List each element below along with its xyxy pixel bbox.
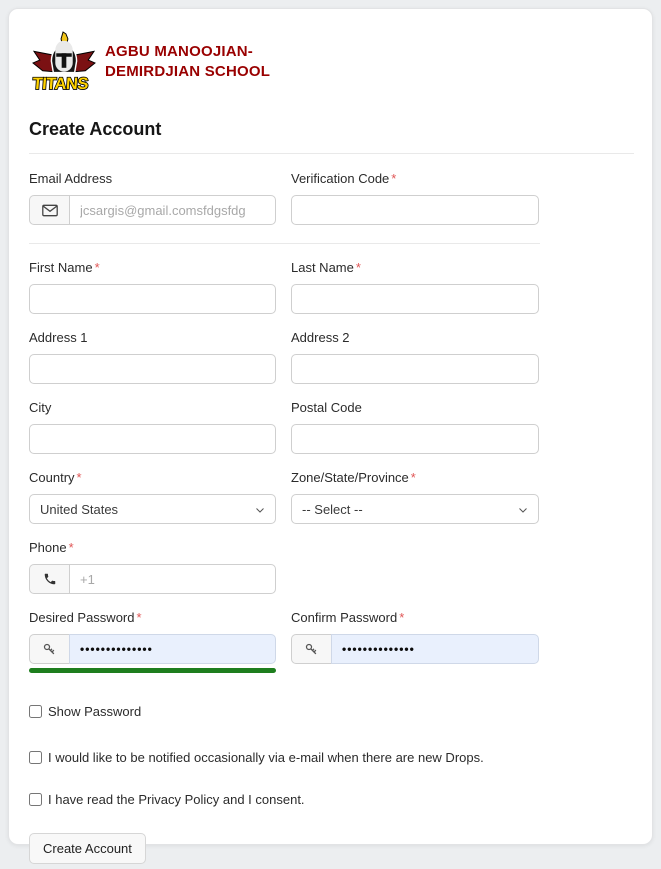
key-icon bbox=[291, 634, 331, 664]
notify-row: I would like to be notified occasionally… bbox=[29, 750, 632, 765]
first-name-input[interactable] bbox=[29, 284, 276, 314]
desired-password-input[interactable] bbox=[69, 634, 276, 664]
titans-wordmark: TITANS bbox=[32, 75, 89, 93]
address2-label: Address 2 bbox=[291, 330, 539, 345]
chevron-down-icon bbox=[254, 504, 266, 516]
show-password-checkbox[interactable] bbox=[29, 705, 42, 718]
key-icon bbox=[29, 634, 69, 664]
country-selected-value: United States bbox=[40, 502, 118, 517]
desired-password-label: Desired Password* bbox=[29, 610, 276, 625]
first-name-label: First Name* bbox=[29, 260, 276, 275]
last-name-input[interactable] bbox=[291, 284, 539, 314]
create-account-card: TITANS AGBU MANOOJIAN- DEMIRDJIAN SCHOOL… bbox=[8, 8, 653, 845]
verification-code-label: Verification Code* bbox=[291, 171, 539, 186]
required-marker: * bbox=[69, 540, 74, 555]
city-input[interactable] bbox=[29, 424, 276, 454]
required-marker: * bbox=[137, 610, 142, 625]
phone-label: Phone* bbox=[29, 540, 276, 555]
phone-input[interactable] bbox=[69, 564, 276, 594]
section-divider bbox=[29, 243, 540, 244]
city-label: City bbox=[29, 400, 276, 415]
show-password-label: Show Password bbox=[48, 704, 141, 719]
required-marker: * bbox=[411, 470, 416, 485]
confirm-password-input[interactable] bbox=[331, 634, 539, 664]
required-marker: * bbox=[356, 260, 361, 275]
privacy-label: I have read the Privacy Policy and I con… bbox=[48, 792, 305, 807]
address2-input[interactable] bbox=[291, 354, 539, 384]
country-select[interactable]: United States bbox=[29, 494, 276, 524]
postal-code-label: Postal Code bbox=[291, 400, 539, 415]
notify-label: I would like to be notified occasionally… bbox=[48, 750, 484, 765]
postal-code-input[interactable] bbox=[291, 424, 539, 454]
email-label: Email Address bbox=[29, 171, 276, 186]
zone-label: Zone/State/Province* bbox=[291, 470, 539, 485]
country-label: Country* bbox=[29, 470, 276, 485]
zone-select[interactable]: -- Select -- bbox=[291, 494, 539, 524]
privacy-policy-link[interactable]: Privacy Policy bbox=[138, 792, 219, 807]
required-marker: * bbox=[95, 260, 100, 275]
last-name-label: Last Name* bbox=[291, 260, 539, 275]
heading-divider bbox=[29, 153, 634, 154]
email-input[interactable] bbox=[69, 195, 276, 225]
zone-selected-value: -- Select -- bbox=[302, 502, 363, 517]
chevron-down-icon bbox=[517, 504, 529, 516]
page-title: Create Account bbox=[29, 119, 632, 140]
address1-input[interactable] bbox=[29, 354, 276, 384]
password-strength-bar bbox=[29, 668, 276, 673]
privacy-row: I have read the Privacy Policy and I con… bbox=[29, 792, 632, 807]
show-password-row: Show Password bbox=[29, 704, 632, 719]
envelope-icon bbox=[29, 195, 69, 225]
required-marker: * bbox=[391, 171, 396, 186]
confirm-password-label: Confirm Password* bbox=[291, 610, 539, 625]
verification-code-input[interactable] bbox=[291, 195, 539, 225]
notify-checkbox[interactable] bbox=[29, 751, 42, 764]
school-name: AGBU MANOOJIAN- DEMIRDJIAN SCHOOL bbox=[105, 42, 270, 82]
school-logo: TITANS AGBU MANOOJIAN- DEMIRDJIAN SCHOOL bbox=[29, 31, 632, 93]
required-marker: * bbox=[77, 470, 82, 485]
titans-mascot-icon: TITANS bbox=[29, 31, 99, 93]
phone-icon bbox=[29, 564, 69, 594]
privacy-checkbox[interactable] bbox=[29, 793, 42, 806]
required-marker: * bbox=[399, 610, 404, 625]
address1-label: Address 1 bbox=[29, 330, 276, 345]
create-account-button[interactable]: Create Account bbox=[29, 833, 146, 864]
